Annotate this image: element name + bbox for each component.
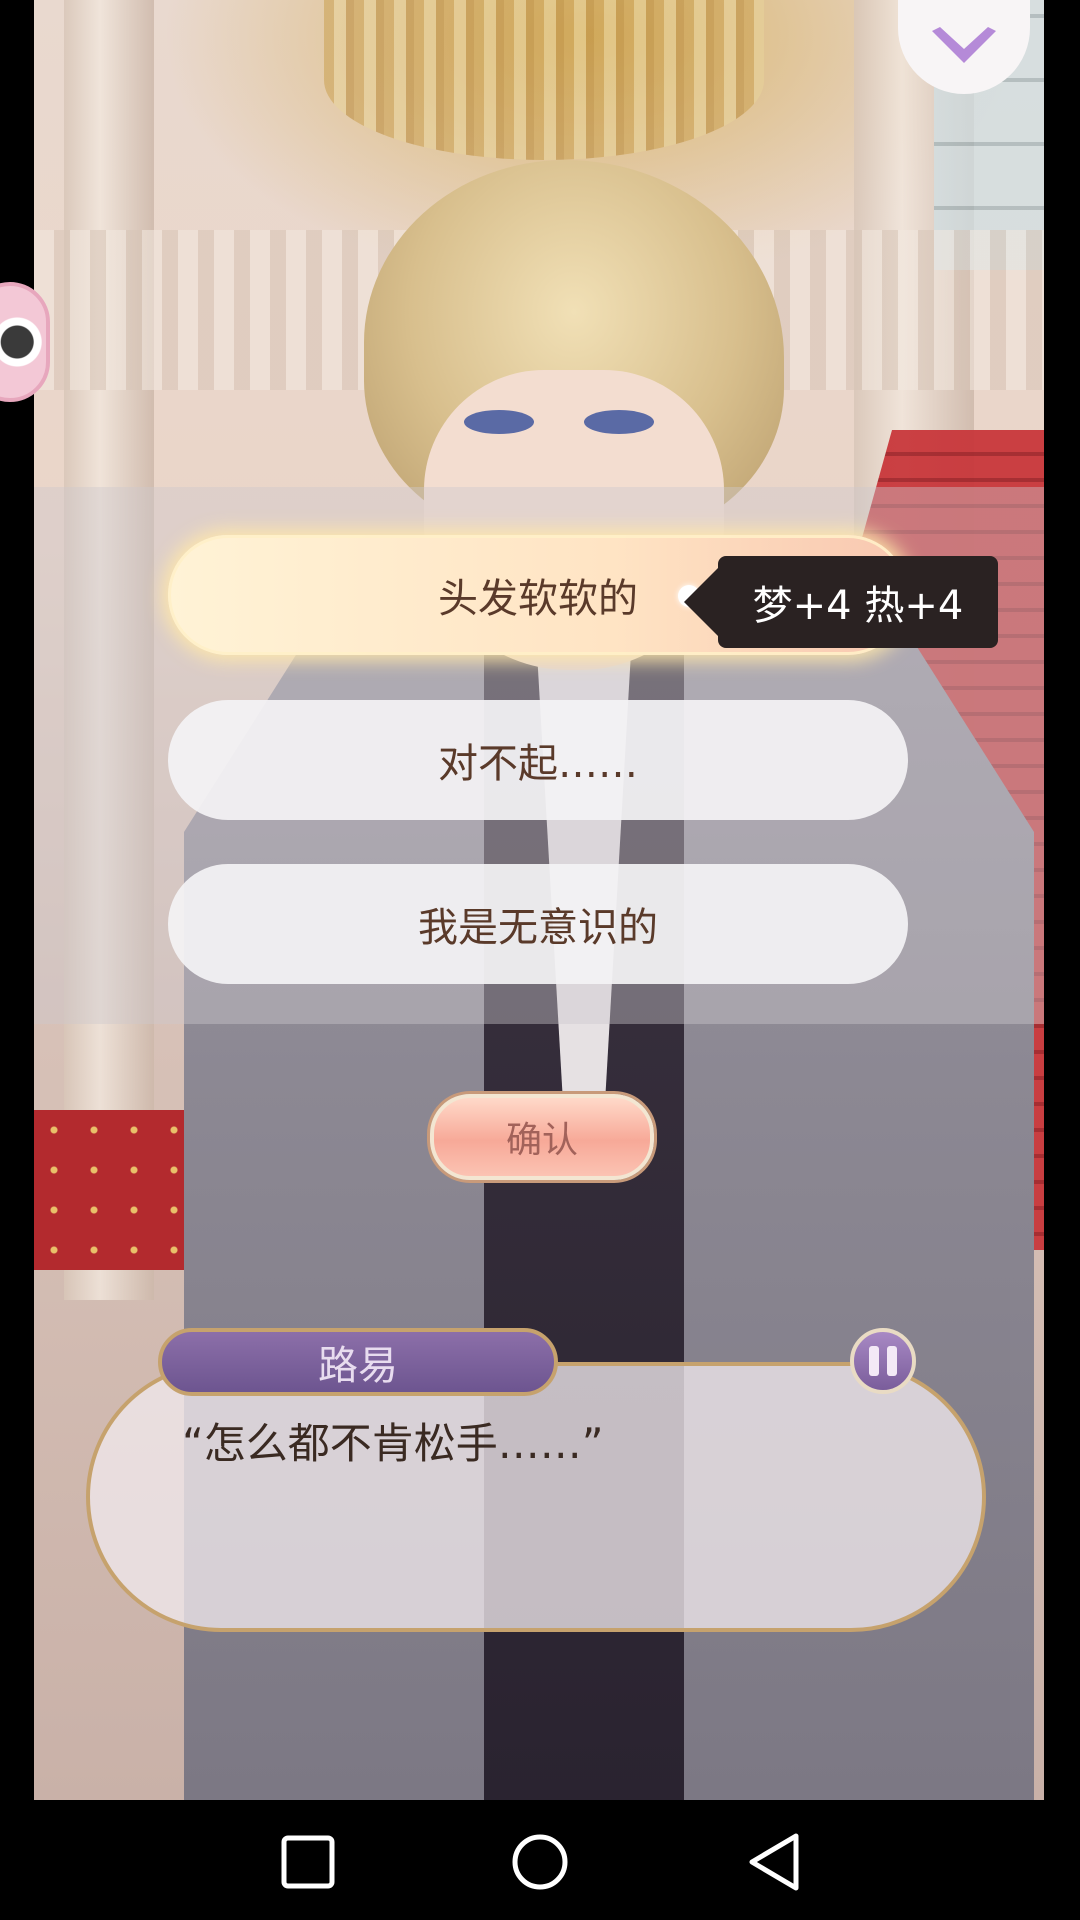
dialogue-box[interactable] bbox=[86, 1362, 986, 1632]
chevron-down-icon bbox=[932, 27, 996, 63]
choice-label: 我是无意识的 bbox=[418, 905, 658, 951]
choice-label: 头发软软的 bbox=[438, 576, 638, 622]
back-button[interactable] bbox=[744, 1830, 808, 1894]
speaker-nameplate: 路易 bbox=[158, 1328, 558, 1396]
circle-icon bbox=[512, 1834, 568, 1890]
character-eye bbox=[464, 410, 534, 434]
pause-button[interactable] bbox=[850, 1328, 916, 1394]
triangle-back-icon bbox=[749, 1833, 799, 1891]
choice-label: 对不起…… bbox=[438, 741, 638, 787]
home-button[interactable] bbox=[508, 1830, 572, 1894]
confirm-button[interactable]: 确认 bbox=[430, 1094, 654, 1180]
square-icon bbox=[281, 1835, 335, 1889]
pause-icon bbox=[887, 1346, 897, 1376]
choice-option-3[interactable]: 我是无意识的 bbox=[168, 864, 908, 984]
choice-option-2[interactable]: 对不起…… bbox=[168, 700, 908, 820]
recent-apps-button[interactable] bbox=[276, 1830, 340, 1894]
speaker-name: 路易 bbox=[318, 1343, 398, 1389]
pause-icon bbox=[869, 1346, 879, 1376]
dialogue-text: “怎么都不肯松手……” bbox=[182, 1419, 604, 1468]
choice-effect-text: 梦+4 热+4 bbox=[752, 583, 964, 629]
assistive-ball-icon[interactable] bbox=[0, 282, 50, 402]
character-eye bbox=[584, 410, 654, 434]
confirm-label: 确认 bbox=[505, 1120, 578, 1161]
chandelier bbox=[324, 0, 764, 160]
choice-effect-tooltip: 梦+4 热+4 bbox=[684, 556, 998, 648]
